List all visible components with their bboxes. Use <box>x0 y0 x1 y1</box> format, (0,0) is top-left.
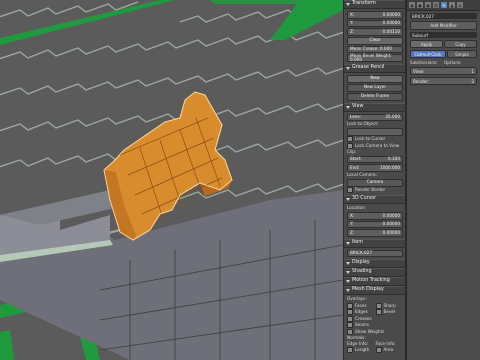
lock-to-cursor-checkbox[interactable]: Lock to Cursor <box>347 136 403 143</box>
wrench-icon[interactable]: ✎ <box>441 2 447 8</box>
faces-checkbox[interactable]: Faces <box>347 302 375 309</box>
overlays-label: Overlays: <box>347 296 367 302</box>
checkbox-icon <box>347 328 353 335</box>
show-weights-checkbox[interactable]: Show Weights <box>347 328 403 335</box>
object-name-field[interactable]: BRICK.027 <box>410 13 477 19</box>
lock-camera-checkbox[interactable]: Lock Camera to View <box>347 142 403 149</box>
3d-cursor-header[interactable]: 3D Cursor <box>344 195 406 204</box>
display-header[interactable]: Display <box>344 259 406 268</box>
render-border-checkbox[interactable]: Render Border <box>347 187 403 194</box>
mean-crease-field[interactable]: Mean Crease: 0.000 <box>347 45 403 53</box>
add-modifier-button[interactable]: Add Modifier <box>410 21 477 30</box>
object-icon[interactable]: ▣ <box>425 2 431 8</box>
clip-label: Clip: <box>347 148 357 154</box>
item-name-field[interactable]: BRICK.027 <box>347 249 403 257</box>
median-y-field[interactable]: Y: 0.00000 <box>347 19 403 27</box>
checkbox-icon <box>347 187 353 194</box>
lens-field[interactable]: Lens: 35.000 <box>347 113 403 121</box>
apply-button[interactable]: Apply <box>410 40 443 48</box>
checkbox-icon <box>347 142 353 149</box>
lock-object-field[interactable] <box>347 128 403 136</box>
creases-checkbox[interactable]: Creases <box>347 315 403 322</box>
camera-icon[interactable]: ◉ <box>409 2 415 8</box>
clear-button[interactable]: Clear <box>347 36 403 45</box>
data-icon[interactable]: ▲ <box>449 2 455 8</box>
clip-start-field[interactable]: Start: 0.100 <box>347 155 403 163</box>
viewport-scene <box>0 0 343 360</box>
mean-bevel-field[interactable]: Mean Bevel Weight: 0.000 <box>347 53 403 62</box>
properties-editor: ◉ ● ▣ ⛓ ✎ ▲ ◍ BRICK.027 Add Modifier Sub… <box>407 0 480 360</box>
median-x-field[interactable]: X: 0.00000 <box>347 11 403 19</box>
mesh-display-header[interactable]: Mesh Display <box>344 286 406 295</box>
seams-checkbox[interactable]: Seams <box>347 322 403 329</box>
cursor-x-field[interactable]: X: 0.00000 <box>347 212 403 220</box>
checkbox-icon <box>347 315 353 322</box>
item-header[interactable]: Item <box>344 238 406 248</box>
checkbox-icon <box>375 309 382 316</box>
checkbox-icon <box>347 347 353 354</box>
checkbox-icon <box>347 136 353 143</box>
location-label: Location: <box>347 205 367 211</box>
shading-header[interactable]: Shading <box>344 268 406 277</box>
checkbox-icon <box>347 309 353 316</box>
3d-viewport[interactable] <box>0 0 343 360</box>
camera-field[interactable]: Camera <box>347 178 403 187</box>
checkbox-icon <box>375 302 382 309</box>
cursor-y-field[interactable]: Y: 0.00000 <box>347 220 403 228</box>
area-checkbox[interactable]: Area <box>375 347 404 354</box>
options-label: Options: <box>444 60 462 65</box>
catmull-clark-button[interactable]: Catmull-Clark <box>410 50 446 58</box>
face-info-label: Face Info: <box>375 340 396 346</box>
material-icon[interactable]: ◍ <box>457 2 463 8</box>
normals-label: Normals: <box>347 334 366 340</box>
simple-button[interactable]: Simple <box>447 50 477 58</box>
properties-n-panel: Transform X: 0.00000 Y: 0.00000 Z: 0.00110 … <box>343 0 406 360</box>
edges-checkbox[interactable]: Edges <box>347 309 375 316</box>
bevel-checkbox[interactable]: Bevel <box>375 309 404 316</box>
checkbox-icon <box>375 347 382 354</box>
view-levels-field[interactable]: View: 1 <box>410 67 477 75</box>
cursor-z-field[interactable]: Z: 0.00000 <box>347 229 403 237</box>
motion-tracking-header[interactable]: Motion Tracking <box>344 277 406 286</box>
modifier-name-field[interactable]: Subsurf <box>410 32 477 38</box>
render-levels-field[interactable]: Render: 2 <box>410 77 477 85</box>
constraint-icon[interactable]: ⛓ <box>433 2 439 8</box>
checkbox-icon <box>347 302 353 309</box>
gp-delete-frame-button[interactable]: Delete Frame <box>347 92 403 101</box>
view-header[interactable]: View <box>344 102 406 112</box>
properties-tabs: ◉ ● ▣ ⛓ ✎ ▲ ◍ <box>407 0 480 11</box>
lock-to-object-label: Lock to Object: <box>347 121 379 127</box>
length-checkbox[interactable]: Length <box>347 347 375 354</box>
grease-pencil-header[interactable]: Grease Pencil <box>344 63 406 73</box>
copy-button[interactable]: Copy <box>444 40 477 48</box>
gp-new-layer-button[interactable]: New Layer <box>347 83 403 92</box>
blender-window: Transform X: 0.00000 Y: 0.00000 Z: 0.00110 … <box>0 0 480 360</box>
median-z-field[interactable]: Z: 0.00110 <box>347 28 403 36</box>
world-icon[interactable]: ● <box>417 2 423 8</box>
edge-info-label: Edge Info: <box>347 340 369 346</box>
checkbox-icon <box>347 322 353 329</box>
subdivisions-label: Subdivisions: <box>410 60 438 65</box>
gp-new-button[interactable]: New <box>347 74 403 83</box>
clip-end-field[interactable]: End: 1000.000 <box>347 164 403 172</box>
sharp-checkbox[interactable]: Sharp <box>375 302 404 309</box>
local-camera-label: Local Camera: <box>347 171 378 177</box>
transform-header[interactable]: Transform <box>344 0 406 9</box>
